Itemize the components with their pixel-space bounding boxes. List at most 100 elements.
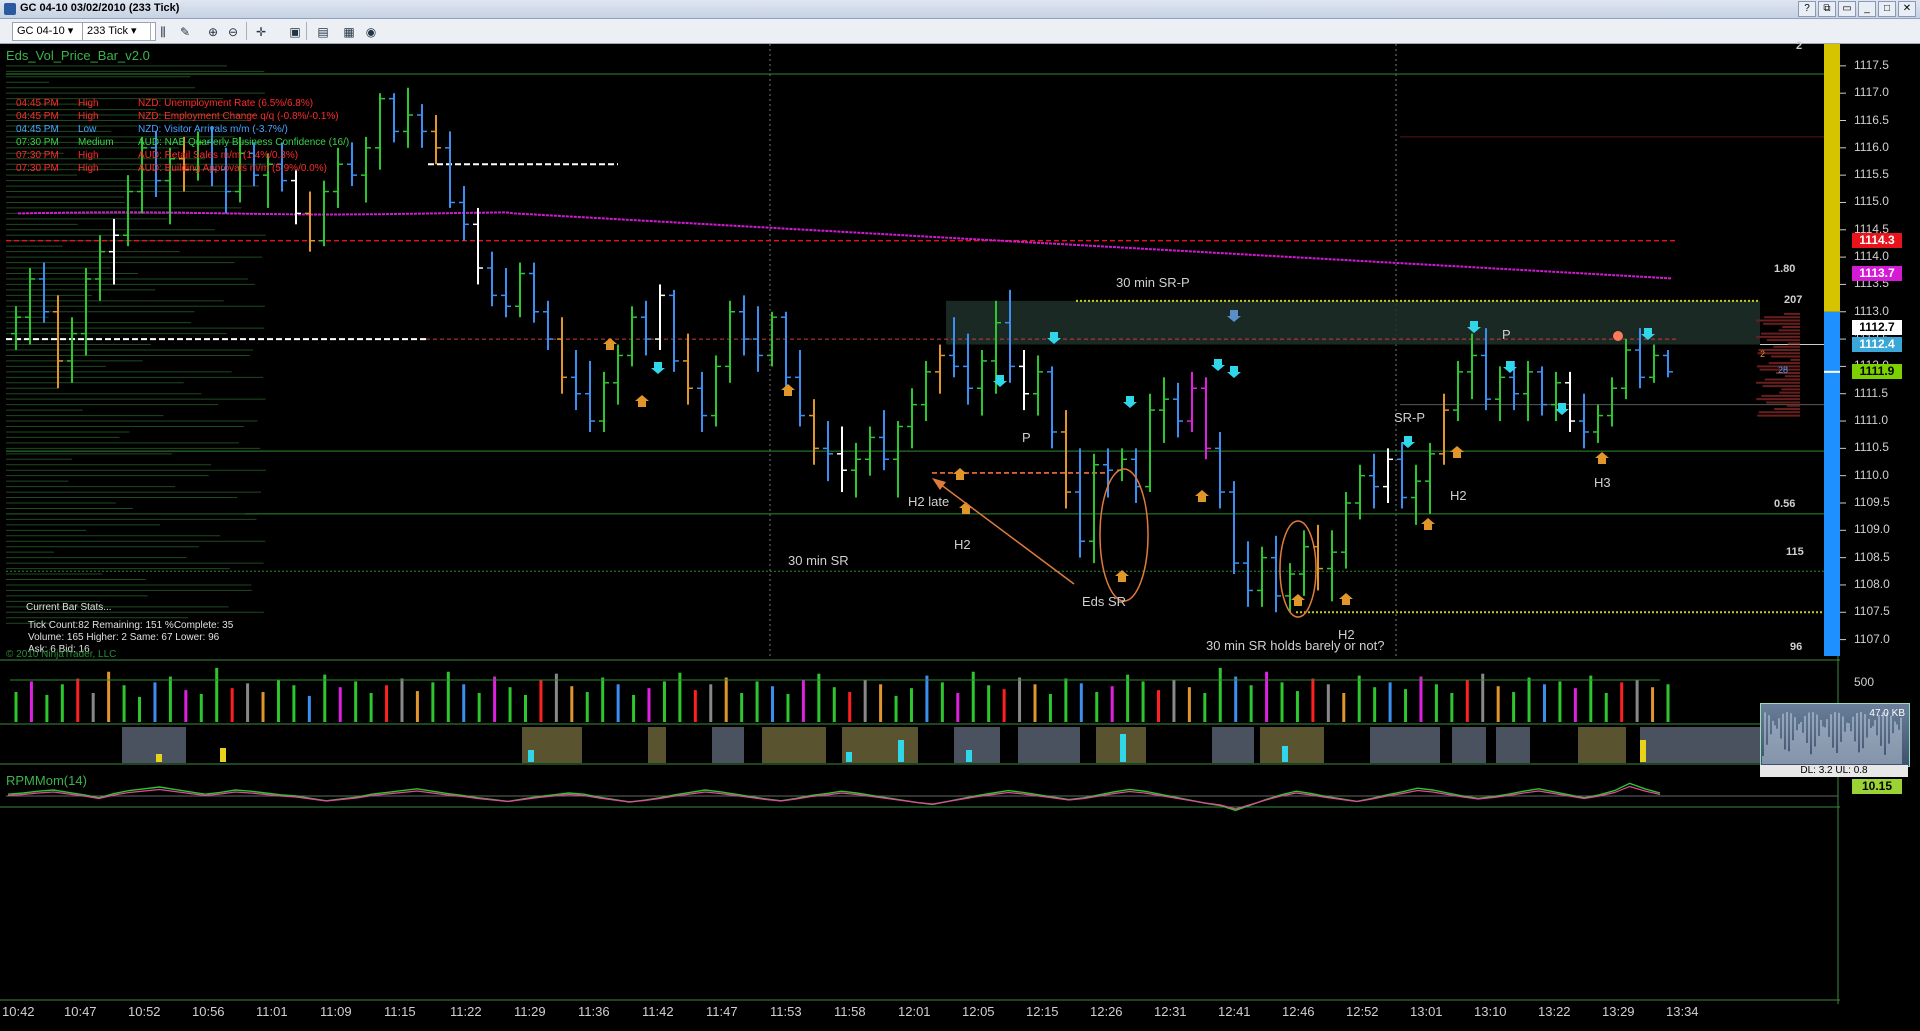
window-title: GC 04-10 03/02/2010 (233 Tick)	[20, 2, 180, 14]
news-text: NZD: Visitor Arrivals m/m (-3.7%/)	[138, 124, 288, 135]
x-tick-label: 10:47	[64, 1004, 97, 1019]
stats-header: Current Bar Stats...	[26, 602, 112, 613]
y-scale-strip-top	[1824, 44, 1840, 312]
bar-type-block	[1496, 727, 1530, 763]
x-tick-label: 11:15	[384, 1004, 416, 1019]
up-arrow-icon	[603, 338, 617, 350]
x-tick-label: 11:22	[450, 1004, 482, 1019]
crosshair-icon[interactable]: ✛	[252, 23, 270, 41]
momentum-line	[7, 782, 1661, 812]
up-arrow-icon	[1291, 594, 1305, 606]
y-tick-label: 1116.5	[1854, 112, 1889, 127]
news-text: AUD: Retail Sales m/m (1.4%/0.3%)	[138, 150, 299, 161]
maximize-button[interactable]: □	[1878, 1, 1896, 17]
bar-type-block	[712, 727, 744, 763]
price-tag: 1112.7	[1852, 320, 1902, 336]
strategy-icon[interactable]: ◉	[362, 23, 380, 41]
x-tick-label: 12:41	[1218, 1004, 1251, 1019]
tile-button[interactable]: ⧉	[1818, 1, 1836, 17]
bar-type-block	[954, 727, 1000, 763]
bar-type-block	[762, 727, 826, 763]
x-tick-label: 10:56	[192, 1004, 225, 1019]
x-tick-label: 12:26	[1090, 1004, 1123, 1019]
news-text: NZD: Employment Change q/q (-0.8%/-0.1%)	[138, 111, 339, 122]
indicator-name-bottom: RPMMom(14)	[6, 773, 87, 788]
draw-tool-icon[interactable]: ✎	[176, 23, 194, 41]
price-tag: 1112.4	[1852, 336, 1902, 352]
bar-style-icon[interactable]: ⫼	[154, 23, 172, 41]
news-text: AUD: NAB Quarterly Business Confidence (…	[138, 137, 350, 148]
bar-type-block	[1260, 727, 1324, 763]
up-arrow-icon	[1339, 593, 1353, 605]
properties-icon[interactable]: ▦	[340, 23, 358, 41]
close-button[interactable]: ✕	[1898, 1, 1916, 17]
news-text: AUD: Building Approvals m/m (5.9%/0.0%)	[138, 163, 327, 174]
side-number: 0.56	[1774, 498, 1796, 510]
y-tick-label: 1116.0	[1854, 139, 1889, 154]
news-time: 04:45 PM	[16, 124, 59, 135]
news-time: 07:30 PM	[16, 137, 59, 148]
bar-type-block	[842, 727, 918, 763]
momentum-value-tag: 10.15	[1852, 779, 1902, 794]
volume-axis-label: 500	[1854, 675, 1875, 689]
news-impact: High	[78, 111, 99, 122]
news-impact: Medium	[78, 137, 114, 148]
annotation-h2: H2	[1450, 488, 1467, 503]
x-tick-label: 11:01	[256, 1004, 288, 1019]
side-number: 207	[1784, 294, 1803, 306]
bar-type-marker	[966, 750, 972, 762]
minimize-button[interactable]: _	[1858, 1, 1876, 17]
zoom-in-icon[interactable]: ⊕	[204, 23, 222, 41]
bar-type-block	[1578, 727, 1626, 763]
price-tag: 1111.9	[1852, 363, 1902, 379]
y-tick-label: 1110.0	[1854, 467, 1889, 482]
restore-child-button[interactable]: ▭	[1838, 1, 1856, 17]
chart-area[interactable]: Eds_Vol_Price_Bar_v2.0 RPMMom(14) 04:45 …	[0, 40, 1920, 1031]
y-scale-strip	[1824, 311, 1840, 656]
down-arrow-icon	[1123, 396, 1137, 408]
y-tick-label: 1115.5	[1854, 167, 1889, 182]
interval-select[interactable]: 233 Tick ▾	[82, 22, 156, 41]
snapshot-icon[interactable]: ▣	[286, 23, 304, 41]
x-tick-label: 11:53	[770, 1004, 802, 1019]
y-tick-label: 1110.5	[1854, 440, 1889, 455]
bar-type-marker	[1282, 746, 1288, 762]
down-arrow-icon	[1211, 359, 1225, 371]
x-tick-label: 11:36	[578, 1004, 610, 1019]
window-controls: ? ⧉ ▭ _ □ ✕	[1798, 1, 1916, 17]
annotation-h3: H3	[1594, 475, 1611, 490]
up-arrow-icon	[781, 384, 795, 396]
y-tick-label: 1113.0	[1854, 303, 1889, 318]
bandwidth-value: 47.0 KB	[1869, 708, 1905, 719]
bar-type-block	[1452, 727, 1486, 763]
annotation-sr-p: SR-P	[1394, 410, 1426, 425]
news-time: 07:30 PM	[16, 163, 59, 174]
x-tick-label: 12:01	[898, 1004, 931, 1019]
y-tick-label: 1114.0	[1854, 249, 1889, 264]
up-arrow-icon	[1421, 518, 1435, 530]
y-tick-label: 1115.0	[1854, 194, 1889, 209]
news-text: NZD: Unemployment Rate (6.5%/6.8%)	[138, 98, 314, 109]
y-tick-label: 1108.0	[1854, 576, 1890, 591]
help-button[interactable]: ?	[1798, 1, 1816, 17]
bandwidth-footer: DL: 3.2 UL: 0.8	[1760, 765, 1908, 777]
annotation-30min-sr-p: 30 min SR-P	[1116, 275, 1190, 290]
bar-type-block	[1018, 727, 1080, 763]
data-box-icon[interactable]: ▤	[314, 23, 332, 41]
copyright: © 2010 NinjaTrader, LLC	[6, 649, 117, 660]
bar-type-block	[1640, 727, 1760, 763]
price-tag: 1113.7	[1852, 265, 1902, 281]
bar-type-marker	[898, 740, 904, 762]
stats-line2: Volume: 165 Higher: 2 Same: 67 Lower: 96	[28, 632, 220, 643]
side-number: 115	[1786, 546, 1804, 558]
annotation-pointer-head	[932, 478, 946, 490]
bar-type-marker	[1120, 734, 1126, 762]
instrument-select[interactable]: GC 04-10 ▾	[12, 22, 88, 41]
bar-stats: Current Bar Stats... Tick Count:82 Remai…	[26, 602, 233, 656]
y-tick-label: 1107.5	[1854, 604, 1890, 619]
annotation-eds-sr: Eds SR	[1082, 594, 1127, 609]
zoom-out-icon[interactable]: ⊖	[224, 23, 242, 41]
x-tick-label: 11:09	[320, 1004, 352, 1019]
x-tick-label: 13:01	[1410, 1004, 1443, 1019]
bar-type-block	[648, 727, 666, 763]
